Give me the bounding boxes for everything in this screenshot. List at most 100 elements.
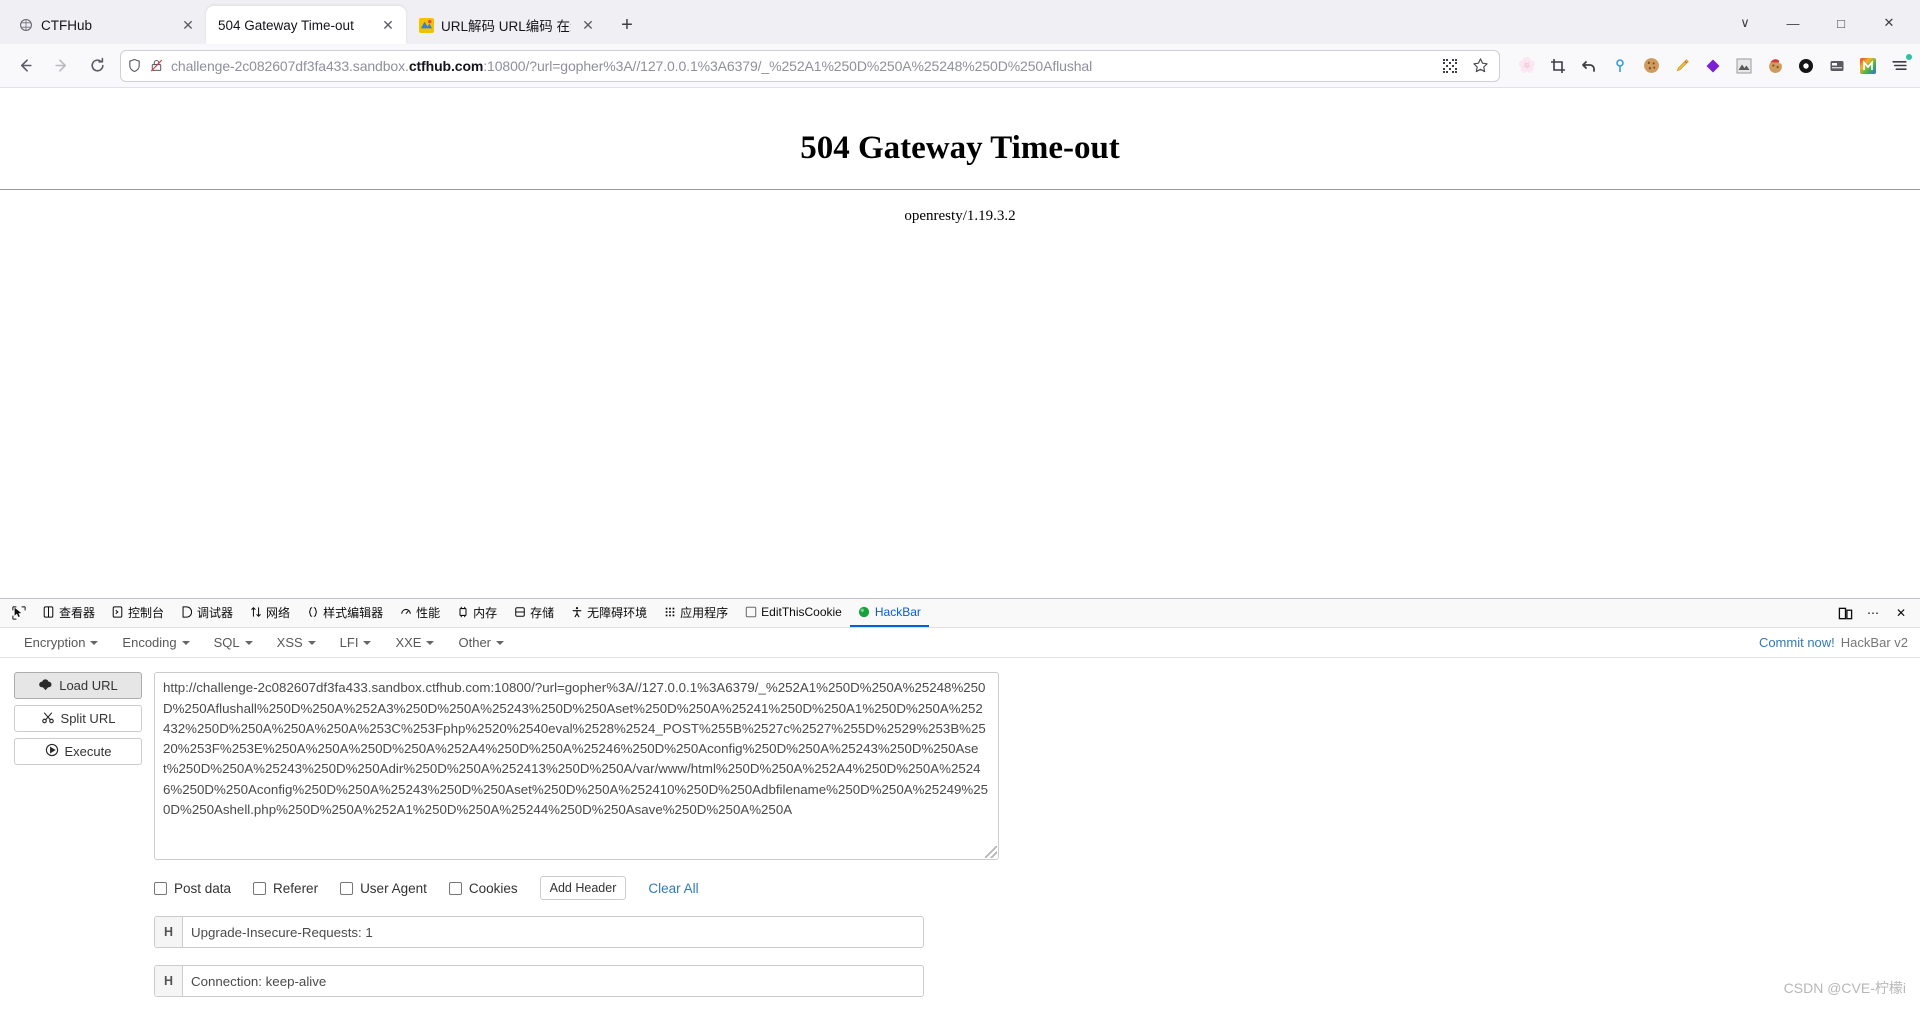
load-url-button[interactable]: Load URL	[14, 672, 142, 700]
checkbox-post-data[interactable]: Post data	[154, 881, 231, 896]
header-tag: H	[155, 966, 183, 997]
page-title: 504 Gateway Time-out	[800, 130, 1120, 166]
browser-tab-ctfhub[interactable]: CTFHub ✕	[6, 6, 206, 44]
commit-now-link[interactable]: Commit now!	[1759, 635, 1835, 650]
card-reader-icon[interactable]	[1824, 53, 1850, 79]
devtools-tabbar: 查看器 控制台 调试器 网络 样式编辑器 性能 内存 存储 无障碍环境 应用程序…	[0, 599, 1920, 629]
watermark: CSDN @CVE-柠檬i	[1783, 980, 1906, 996]
hackbar-menubar-right: Commit now! HackBar v2	[1759, 635, 1908, 650]
devtools-tab-performance[interactable]: 性能	[391, 599, 448, 627]
undo-arrow-icon[interactable]	[1576, 53, 1602, 79]
devtools-tab-accessibility[interactable]: 无障碍环境	[562, 599, 655, 627]
tracking-shield-icon[interactable]	[127, 58, 142, 73]
hackbar-menu-lfi[interactable]: LFI	[328, 635, 384, 650]
execute-button[interactable]: Execute	[14, 738, 142, 766]
add-header-button[interactable]: Add Header	[539, 876, 627, 901]
tab-list-dropdown-button[interactable]: ∨	[1722, 6, 1768, 40]
location-pin-icon[interactable]	[1607, 53, 1633, 79]
crop-screenshot-icon[interactable]	[1545, 53, 1571, 79]
header-tag: H	[155, 917, 183, 948]
new-tab-button[interactable]: +	[610, 8, 644, 42]
devtools-toolbar-buttons: ⋯ ✕	[1832, 599, 1920, 627]
header-value-input[interactable]: Upgrade-Insecure-Requests: 1	[183, 917, 923, 947]
pen-highlighter-icon[interactable]	[1669, 53, 1695, 79]
url-suffix: :10800/?url=gopher%3A//127.0.0.1%3A6379/…	[483, 57, 1093, 74]
hackbar-menu-encryption[interactable]: Encryption	[12, 635, 110, 650]
checkbox-box[interactable]	[154, 881, 167, 895]
browser-tab-504-gateway[interactable]: 504 Gateway Time-out ✕	[206, 6, 406, 44]
chevron-down-icon	[496, 640, 504, 645]
url-text: challenge-2c082607df3fa433.sandbox.ctfhu…	[171, 58, 1430, 74]
inspector-icon	[42, 606, 55, 618]
devtools-tab-memory[interactable]: 内存	[448, 599, 505, 627]
rainbow-m-icon[interactable]	[1855, 53, 1881, 79]
picture-frame-icon[interactable]	[1731, 53, 1757, 79]
devtools-tab-debugger[interactable]: 调试器	[172, 599, 241, 627]
url-textarea-value: http://challenge-2c082607df3fa433.sandbo…	[163, 680, 988, 818]
clear-all-link[interactable]: Clear All	[648, 881, 698, 896]
wappalyzer-icon[interactable]	[1793, 53, 1819, 79]
close-window-button[interactable]: ✕	[1866, 6, 1912, 40]
checkbox-cookies[interactable]: Cookies	[448, 881, 518, 896]
address-bar[interactable]: challenge-2c082607df3fa433.sandbox.ctfhu…	[120, 49, 1500, 82]
url-textarea[interactable]: http://challenge-2c082607df3fa433.sandbo…	[154, 672, 999, 861]
menu-label: Other	[458, 635, 491, 651]
menu-label: XXE	[395, 635, 422, 651]
devtools-tab-console[interactable]: 控制台	[103, 599, 172, 627]
navigation-toolbar: challenge-2c082607df3fa433.sandbox.ctfhu…	[0, 44, 1920, 88]
checkbox-user-agent[interactable]: User Agent	[340, 881, 427, 896]
maximize-button[interactable]: □	[1818, 6, 1864, 40]
devtools-tab-application[interactable]: 应用程序	[655, 599, 736, 627]
hackbar-menu-xss[interactable]: XSS	[265, 635, 328, 650]
minimize-button[interactable]: —	[1770, 6, 1816, 40]
checkbox-box[interactable]	[448, 881, 462, 895]
element-picker-icon[interactable]	[4, 599, 34, 627]
reload-icon[interactable]	[80, 50, 114, 82]
close-icon[interactable]: ✕	[578, 15, 598, 35]
header-value-input[interactable]: Connection: keep-alive	[183, 966, 923, 996]
checkbox-box[interactable]	[340, 881, 354, 895]
menu-label: Encoding	[122, 635, 177, 651]
devtools-tab-inspector[interactable]: 查看器	[34, 599, 103, 627]
devtools-tab-hackbar[interactable]: HackBar	[849, 599, 929, 628]
hackbar-menu-other[interactable]: Other	[446, 635, 516, 650]
header-row[interactable]: H Upgrade-Insecure-Requests: 1	[154, 916, 924, 949]
qr-code-icon[interactable]	[1437, 53, 1463, 79]
dock-layout-icon[interactable]	[1832, 600, 1858, 626]
split-url-button[interactable]: Split URL	[14, 705, 142, 733]
close-icon[interactable]: ✕	[178, 15, 198, 35]
hackbar-url-section: http://challenge-2c082607df3fa433.sandbo…	[154, 672, 1908, 1004]
bookmark-star-icon[interactable]	[1467, 53, 1493, 79]
browser-tab-url-decoder[interactable]: URL解码 URL编码 在线URL解码 ✕	[406, 6, 606, 44]
page-content: 504 Gateway Time-out openresty/1.19.3.2	[0, 88, 1920, 598]
header-row[interactable]: H Connection: keep-alive	[154, 965, 924, 998]
cookie-icon[interactable]	[1638, 53, 1664, 79]
purple-diamond-icon[interactable]	[1700, 53, 1726, 79]
textarea-resize-handle[interactable]	[985, 846, 997, 859]
menu-label: SQL	[213, 635, 240, 651]
app-menu-icon[interactable]	[1886, 53, 1912, 79]
hackbar-menu-xxe[interactable]: XXE	[383, 635, 446, 650]
forward-arrow-icon[interactable]	[44, 50, 78, 82]
faded-extension-icon[interactable]: 🌸	[1514, 53, 1540, 79]
checkbox-box[interactable]	[253, 881, 267, 895]
santa-cookie-icon[interactable]	[1762, 53, 1788, 79]
devtools-tab-label: EditThisCookie	[761, 605, 842, 620]
insecure-connection-icon[interactable]	[149, 58, 164, 73]
chevron-down-icon	[426, 640, 435, 645]
devtools-tab-network[interactable]: 网络	[241, 599, 298, 627]
meatball-menu-icon[interactable]: ⋯	[1860, 600, 1886, 626]
network-icon	[249, 606, 262, 618]
close-icon[interactable]: ✕	[378, 15, 398, 35]
hackbar-menu-sql[interactable]: SQL	[202, 635, 265, 650]
close-devtools-icon[interactable]: ✕	[1888, 600, 1914, 626]
hackbar-menu-encoding[interactable]: Encoding	[110, 635, 201, 650]
devtools-tab-storage[interactable]: 存储	[505, 599, 562, 627]
checkbox-referer[interactable]: Referer	[253, 881, 318, 896]
devtools-tab-edit-this-cookie[interactable]: EditThisCookie	[736, 599, 850, 627]
devtools-tab-style-editor[interactable]: 样式编辑器	[298, 599, 391, 627]
back-arrow-icon[interactable]	[8, 50, 42, 82]
devtools-tab-label: 无障碍环境	[587, 605, 648, 620]
devtools-tab-label: 网络	[266, 605, 291, 620]
hackbar-menubar: Encryption Encoding SQL XSS LFI XXE Othe…	[0, 628, 1920, 659]
